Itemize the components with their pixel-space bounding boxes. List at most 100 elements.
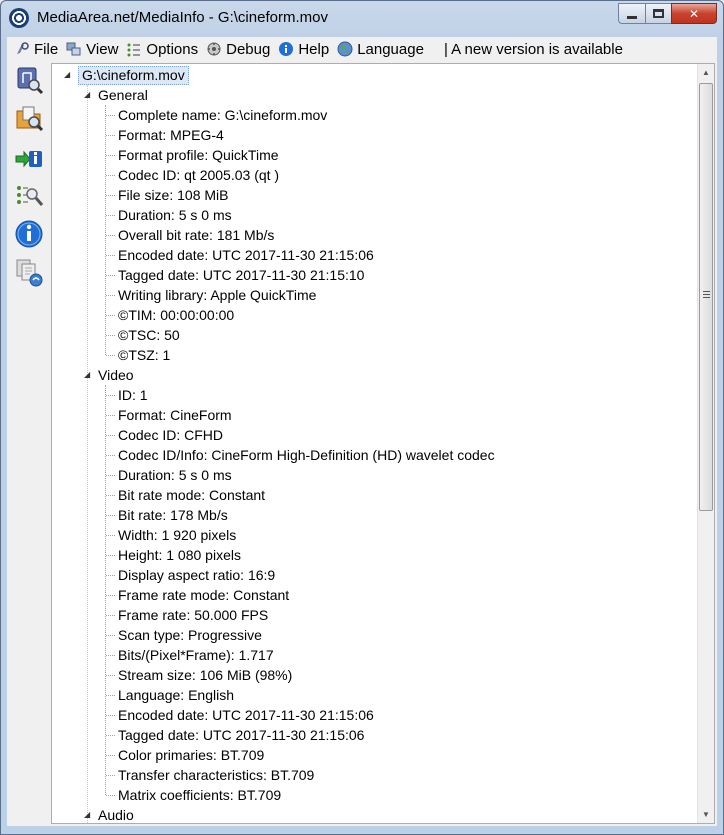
tree-connector (106, 355, 115, 356)
new-version-icon (14, 257, 44, 290)
file-icon (14, 41, 30, 57)
tree-section-audio[interactable]: Audio (98, 805, 134, 823)
tree-connector (105, 385, 106, 795)
tree-connector (106, 475, 115, 476)
new-version-button[interactable] (13, 257, 45, 289)
tree-section-video[interactable]: Video (98, 365, 134, 385)
open-folder-button[interactable] (13, 103, 45, 135)
tree-field-item[interactable]: Duration: 5 s 0 ms (118, 465, 232, 485)
tree-connector (106, 675, 115, 676)
tree-field-item[interactable]: Stream size: 106 MiB (98%) (118, 665, 292, 685)
tree-field-item[interactable]: Overall bit rate: 181 Mb/s (118, 225, 274, 245)
tree-field-item[interactable]: Codec ID: CFHD (118, 425, 223, 445)
tree-connector (106, 655, 115, 656)
tree-connector (106, 775, 115, 776)
tree-field-item[interactable]: Tagged date: UTC 2017-11-30 21:15:10 (118, 265, 364, 285)
tree-connector (106, 535, 115, 536)
tree-field-item[interactable]: Codec ID: qt 2005.03 (qt ) (118, 165, 279, 185)
tree-connector (106, 635, 115, 636)
minimize-button[interactable] (618, 3, 645, 24)
preferences-button[interactable] (13, 181, 45, 213)
expand-collapse-icon[interactable]: ◢ (84, 365, 94, 385)
menu-options[interactable]: Options (123, 38, 203, 60)
options-icon (126, 41, 142, 57)
window-title: MediaArea.net/MediaInfo - G:\cineform.mo… (37, 9, 328, 26)
tree-field-item[interactable]: Scan type: Progressive (118, 625, 262, 645)
menu-file-label: File (34, 40, 59, 58)
tree-connector (106, 195, 115, 196)
tree-field-item[interactable]: Display aspect ratio: 16:9 (118, 565, 275, 585)
tree-field-item[interactable]: Duration: 5 s 0 ms (118, 205, 232, 225)
tree-field-item[interactable]: Encoded date: UTC 2017-11-30 21:15:06 (118, 705, 374, 725)
expand-collapse-icon[interactable]: ◢ (84, 805, 94, 823)
tree-field-item[interactable]: Language: English (118, 685, 234, 705)
title-bar[interactable]: MediaArea.net/MediaInfo - G:\cineform.mo… (1, 1, 723, 37)
tree-field-item[interactable]: ©TSC: 50 (118, 325, 180, 345)
tree-field-item[interactable]: ©TSZ: 1 (118, 345, 170, 365)
close-button[interactable]: ✕ (671, 3, 717, 24)
tree-connector (106, 215, 115, 216)
tree-field-item[interactable]: ID: 1 (118, 385, 148, 405)
menu-debug[interactable]: Debug (203, 38, 275, 60)
scroll-up-button[interactable]: ▲ (698, 64, 714, 81)
about-icon (14, 219, 44, 252)
menu-file[interactable]: File (11, 38, 63, 60)
tree-connector (105, 105, 106, 355)
tree-field-item[interactable]: Bit rate mode: Constant (118, 485, 265, 505)
new-version-notice[interactable]: | A new version is available (444, 41, 623, 58)
tree-field-item[interactable]: Format profile: QuickTime (118, 145, 279, 165)
mediainfo-app-icon[interactable] (9, 8, 29, 28)
help-icon (278, 41, 294, 57)
tree-field-item[interactable]: Bits/(Pixel*Frame): 1.717 (118, 645, 274, 665)
menu-view[interactable]: View (63, 38, 123, 60)
tree-field-item[interactable]: Format: CineForm (118, 405, 232, 425)
tree-field-item[interactable]: Encoded date: UTC 2017-11-30 21:15:06 (118, 245, 374, 265)
info-tree-view[interactable]: ◢ G:\cineform.mov ◢ General Complete name: G… (51, 63, 715, 824)
minimize-icon (627, 15, 637, 19)
tree-field-item[interactable]: File size: 108 MiB (118, 185, 228, 205)
tree-field-item[interactable]: Height: 1 080 pixels (118, 545, 241, 565)
window-controls: ✕ (618, 3, 717, 25)
scrollbar-thumb[interactable] (699, 83, 713, 511)
tree-connector (106, 515, 115, 516)
menu-language[interactable]: Language (334, 38, 429, 60)
expand-collapse-icon[interactable]: ◢ (64, 65, 74, 85)
about-button[interactable] (13, 219, 45, 251)
tree-field-item[interactable]: Complete name: G:\cineform.mov (118, 105, 327, 125)
tree-connector (106, 715, 115, 716)
open-file-button[interactable] (13, 65, 45, 97)
menu-help-label: Help (298, 40, 330, 58)
tree-connector (106, 755, 115, 756)
tree-field-item[interactable]: Color primaries: BT.709 (118, 745, 264, 765)
close-icon: ✕ (688, 6, 700, 21)
tree-field-item[interactable]: Matrix coefficients: BT.709 (118, 785, 281, 805)
scroll-down-button[interactable]: ▼ (698, 806, 714, 823)
tree-connector (106, 255, 115, 256)
mediainfo-window: MediaArea.net/MediaInfo - G:\cineform.mo… (0, 0, 724, 835)
tree-root-item[interactable]: G:\cineform.mov (78, 65, 189, 85)
tree-field-item[interactable]: Codec ID/Info: CineForm High-Definition … (118, 445, 495, 465)
tree-connector (106, 395, 115, 396)
menu-view-label: View (86, 40, 119, 58)
tree-connector (106, 495, 115, 496)
tree-section-general[interactable]: General (98, 85, 148, 105)
tree-field-item[interactable]: Frame rate mode: Constant (118, 585, 289, 605)
vertical-scrollbar[interactable]: ▲ ▼ (697, 64, 714, 823)
tree-field-item[interactable]: Transfer characteristics: BT.709 (118, 765, 314, 785)
tree-field-item[interactable]: Writing library: Apple QuickTime (118, 285, 316, 305)
menu-language-label: Language (357, 40, 424, 58)
tree-field-item[interactable]: Width: 1 920 pixels (118, 525, 236, 545)
tree-connector (106, 335, 115, 336)
expand-collapse-icon[interactable]: ◢ (84, 85, 94, 105)
preferences-icon (14, 181, 44, 214)
tree-field-item[interactable]: Tagged date: UTC 2017-11-30 21:15:06 (118, 725, 364, 745)
tree-field-item[interactable]: ©TIM: 00:00:00:00 (118, 305, 234, 325)
menu-help[interactable]: Help (275, 38, 334, 60)
export-button[interactable] (13, 143, 45, 175)
tree-connector (106, 615, 115, 616)
maximize-button[interactable] (645, 3, 671, 24)
tree-connector (106, 135, 115, 136)
tree-field-item[interactable]: Bit rate: 178 Mb/s (118, 505, 228, 525)
tree-field-item[interactable]: Format: MPEG-4 (118, 125, 224, 145)
tree-field-item[interactable]: Frame rate: 50.000 FPS (118, 605, 268, 625)
